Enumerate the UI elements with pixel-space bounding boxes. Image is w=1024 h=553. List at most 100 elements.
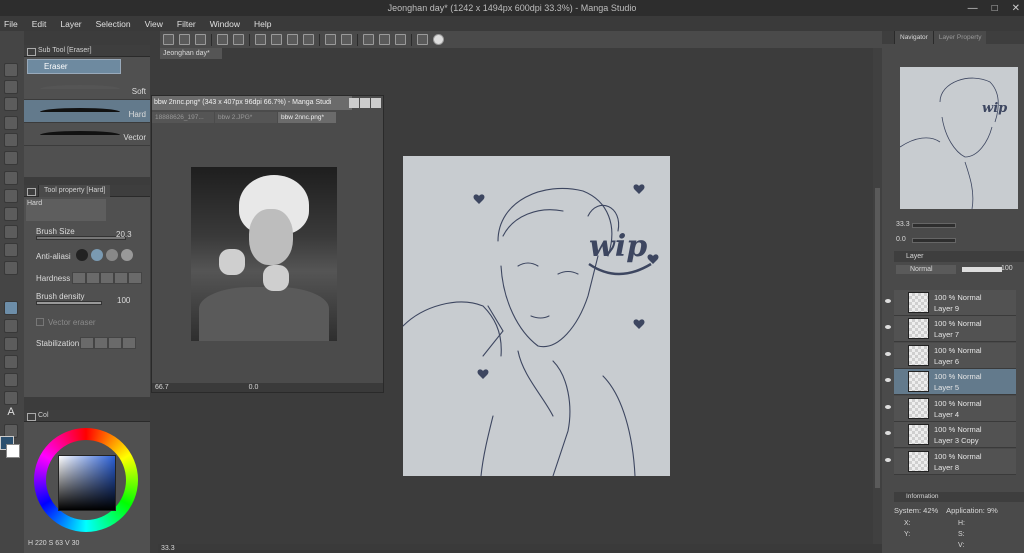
tab-jeonghan-day[interactable]: Jeonghan day* bbox=[160, 48, 222, 59]
text-tool-icon[interactable]: A bbox=[4, 406, 18, 420]
tab-layer-property[interactable]: Layer Property bbox=[932, 31, 987, 44]
layer-item[interactable]: 100 % Normal Layer 8 bbox=[885, 449, 1016, 475]
open-file-icon[interactable] bbox=[179, 34, 190, 45]
eye-icon[interactable] bbox=[885, 458, 891, 462]
eyedrop-tool-icon[interactable] bbox=[4, 151, 18, 165]
object-tool-icon[interactable] bbox=[4, 133, 18, 147]
hardness-1[interactable] bbox=[72, 272, 86, 284]
tab-navigator[interactable]: Navigator bbox=[894, 31, 933, 44]
menu-edit[interactable]: Edit bbox=[32, 19, 47, 29]
information-tab[interactable]: Information bbox=[894, 492, 1024, 502]
hardness-2[interactable] bbox=[86, 272, 100, 284]
figure-tool-icon[interactable] bbox=[4, 373, 18, 387]
menu-view[interactable]: View bbox=[145, 19, 163, 29]
redo-icon[interactable] bbox=[233, 34, 244, 45]
deselect-icon[interactable] bbox=[325, 34, 336, 45]
brush-vector[interactable]: Vector bbox=[24, 123, 150, 146]
ref-minimize-icon[interactable] bbox=[349, 98, 359, 108]
zoom-tool-icon[interactable] bbox=[4, 63, 18, 77]
layer-item[interactable]: 100 % Normal Layer 3 Copy bbox=[885, 422, 1016, 448]
save-icon[interactable] bbox=[195, 34, 206, 45]
saturation-value-square[interactable] bbox=[58, 455, 116, 511]
hardness-5[interactable] bbox=[128, 272, 142, 284]
screen-icon[interactable] bbox=[417, 34, 428, 45]
gradient-tool-icon[interactable] bbox=[4, 355, 18, 369]
snap-icon[interactable] bbox=[379, 34, 390, 45]
airbrush-tool-icon[interactable] bbox=[4, 243, 18, 257]
stab-2[interactable] bbox=[94, 337, 108, 349]
brush-size-slider[interactable] bbox=[36, 236, 126, 240]
blend-mode-select[interactable]: Normal bbox=[896, 265, 956, 274]
eye-icon[interactable] bbox=[885, 299, 891, 303]
invert-icon[interactable] bbox=[341, 34, 352, 45]
eye-icon[interactable] bbox=[885, 352, 891, 356]
layer-item[interactable]: 100 % Normal Layer 4 bbox=[885, 396, 1016, 422]
menu-window[interactable]: Window bbox=[210, 19, 240, 29]
menu-filter[interactable]: Filter bbox=[177, 19, 196, 29]
vector-eraser-checkbox[interactable] bbox=[36, 318, 44, 326]
maximize-icon[interactable]: □ bbox=[992, 3, 998, 14]
brush-tool-icon[interactable] bbox=[4, 225, 18, 239]
minimize-icon[interactable]: — bbox=[968, 3, 978, 14]
sub-color-swatch[interactable] bbox=[6, 444, 20, 458]
close-icon[interactable]: ✕ bbox=[1012, 3, 1020, 14]
layer-item[interactable]: 100 % Normal Layer 9 bbox=[885, 290, 1016, 316]
transform-icon[interactable] bbox=[255, 34, 266, 45]
ruler-icon[interactable] bbox=[363, 34, 374, 45]
ref-maximize-icon[interactable] bbox=[360, 98, 370, 108]
menu-file[interactable]: File bbox=[4, 19, 18, 29]
layer-item[interactable]: 100 % Normal Layer 6 bbox=[885, 343, 1016, 369]
ref-tab-1[interactable]: 18888626_197... bbox=[152, 112, 214, 123]
blend-tool-icon[interactable] bbox=[4, 319, 18, 333]
eye-icon[interactable] bbox=[885, 431, 891, 435]
new-file-icon[interactable] bbox=[163, 34, 174, 45]
hardness-4[interactable] bbox=[114, 272, 128, 284]
eraser-tool-icon[interactable] bbox=[4, 301, 18, 315]
undo-icon[interactable] bbox=[217, 34, 228, 45]
hardness-3[interactable] bbox=[100, 272, 114, 284]
anti-alias-none[interactable] bbox=[76, 249, 88, 261]
eye-icon[interactable] bbox=[885, 405, 891, 409]
navigator-zoom-slider[interactable] bbox=[912, 223, 956, 228]
pen-tool-icon[interactable] bbox=[4, 189, 18, 203]
navigator-preview[interactable]: wip bbox=[899, 67, 1018, 210]
clear-icon[interactable] bbox=[271, 34, 282, 45]
navigator-rotate-slider[interactable] bbox=[912, 238, 956, 243]
pencil-tool-icon[interactable] bbox=[4, 207, 18, 221]
pen-icon[interactable] bbox=[395, 34, 406, 45]
menu-selection[interactable]: Selection bbox=[96, 19, 131, 29]
anti-alias-medium[interactable] bbox=[106, 249, 118, 261]
lasso-tool-icon[interactable] bbox=[4, 171, 18, 185]
layer-item-selected[interactable]: 100 % Normal Layer 5 bbox=[885, 369, 1016, 395]
current-brush-preview: Hard bbox=[26, 199, 106, 221]
ref-tab-2[interactable]: bbw 2.JPG* bbox=[215, 112, 277, 123]
eye-icon[interactable] bbox=[885, 378, 891, 382]
stab-3[interactable] bbox=[108, 337, 122, 349]
fill-tool-icon[interactable] bbox=[4, 337, 18, 351]
opacity-slider[interactable] bbox=[962, 267, 1002, 272]
main-canvas[interactable]: wip bbox=[402, 156, 670, 477]
eraser-group-tab[interactable]: Eraser bbox=[27, 59, 121, 74]
fill-icon[interactable] bbox=[287, 34, 298, 45]
anti-alias-weak[interactable] bbox=[91, 249, 103, 261]
brush-density-slider[interactable] bbox=[36, 301, 102, 305]
ref-tab-3[interactable]: bbw 2nnc.png* bbox=[278, 112, 336, 123]
help-icon[interactable] bbox=[433, 34, 444, 45]
brush-soft[interactable]: Soft bbox=[24, 77, 150, 100]
menu-help[interactable]: Help bbox=[254, 19, 271, 29]
canvas-v-scrollbar[interactable] bbox=[873, 48, 882, 544]
decoration-tool-icon[interactable] bbox=[4, 261, 18, 275]
stab-4[interactable] bbox=[122, 337, 136, 349]
eye-icon[interactable] bbox=[885, 325, 891, 329]
frame-tool-icon[interactable] bbox=[4, 391, 18, 405]
brush-hard[interactable]: Hard bbox=[24, 100, 150, 123]
stab-1[interactable] bbox=[80, 337, 94, 349]
anti-alias-strong[interactable] bbox=[121, 249, 133, 261]
move-tool-icon[interactable] bbox=[4, 116, 18, 130]
scale-icon[interactable] bbox=[303, 34, 314, 45]
layer-item[interactable]: 100 % Normal Layer 7 bbox=[885, 316, 1016, 342]
rotate-tool-icon[interactable] bbox=[4, 80, 18, 94]
menu-layer[interactable]: Layer bbox=[60, 19, 81, 29]
hand-tool-icon[interactable] bbox=[4, 97, 18, 111]
ref-close-icon[interactable] bbox=[371, 98, 381, 108]
